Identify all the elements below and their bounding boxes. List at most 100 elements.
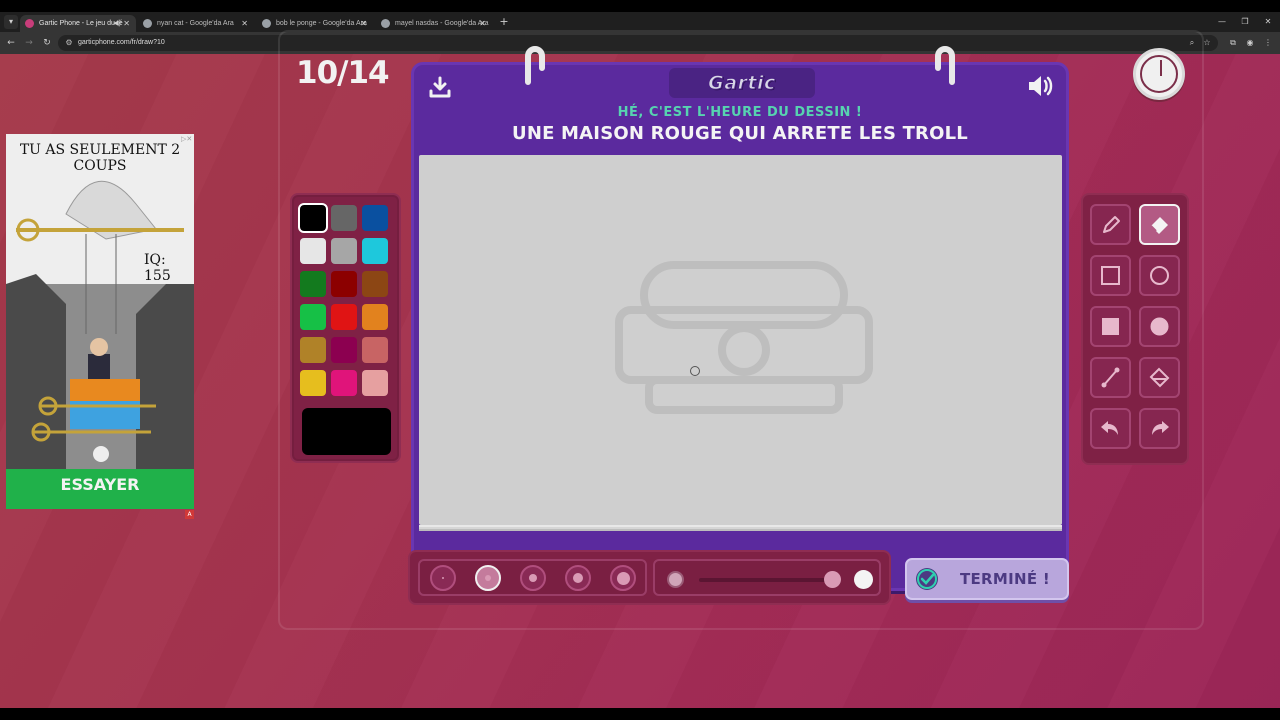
fill-bucket-tool[interactable]	[1139, 357, 1180, 398]
forward-button[interactable]: →	[22, 36, 36, 50]
tab-gartic[interactable]: Gartic Phone - Le jeu du té ◀) ✕	[20, 15, 136, 32]
tool-panel	[1081, 193, 1189, 465]
menu-kebab-icon[interactable]: ⋮	[1261, 36, 1275, 50]
timer-face	[1140, 55, 1178, 93]
eraser-icon	[1150, 217, 1168, 234]
color-swatch[interactable]	[331, 271, 357, 297]
current-color-preview	[302, 408, 391, 455]
brush-size-dot	[616, 571, 630, 585]
color-swatch[interactable]	[362, 370, 388, 396]
close-window-button[interactable]: ✕	[1258, 15, 1278, 29]
board-header: Gartic HÉ, C'EST L'HEURE DU DESSIN ! UNE…	[414, 65, 1066, 153]
maximize-button[interactable]: ❐	[1235, 15, 1255, 29]
ad-cta-label: ESSAYER	[60, 475, 140, 494]
tab-nyan-cat[interactable]: nyan cat - Google'da Ara ✕	[138, 15, 254, 32]
square-filled-icon	[1102, 318, 1119, 335]
timer-clock-icon	[1133, 48, 1185, 100]
ellipse-fill-tool[interactable]	[1139, 306, 1180, 347]
brush-size-dot	[485, 575, 491, 581]
tab-search-button[interactable]: ▾	[4, 15, 18, 29]
gartic-logo: Gartic	[669, 68, 815, 98]
google-favicon-icon	[262, 19, 271, 28]
drawing-canvas[interactable]	[419, 155, 1062, 525]
color-swatch[interactable]	[300, 304, 326, 330]
line-tool[interactable]	[1090, 357, 1131, 398]
square-outline-icon	[1101, 266, 1120, 285]
opacity-handle[interactable]	[824, 571, 841, 588]
gartic-phone-watermark-icon	[615, 261, 873, 414]
new-tab-button[interactable]: +	[498, 15, 510, 29]
ad-info-icon[interactable]: ▷✕	[181, 135, 192, 143]
rectangle-fill-tool[interactable]	[1090, 306, 1131, 347]
rectangle-outline-tool[interactable]	[1090, 255, 1131, 296]
circle-filled-icon	[1150, 317, 1169, 336]
ad-title: TU AS SEULEMENT 2 COUPS	[19, 142, 181, 174]
color-swatch[interactable]	[331, 238, 357, 264]
google-favicon-icon	[143, 19, 152, 28]
done-button[interactable]: TERMINÉ !	[905, 558, 1069, 600]
brush-size-1-button[interactable]	[430, 565, 456, 591]
profile-icon[interactable]: ◉	[1243, 36, 1257, 50]
draw-subtitle: HÉ, C'EST L'HEURE DU DESSIN !	[617, 105, 863, 120]
tab-title: nyan cat - Google'da Ara	[157, 20, 234, 27]
color-swatch[interactable]	[362, 238, 388, 264]
color-swatch[interactable]	[362, 205, 388, 231]
color-swatch[interactable]	[298, 203, 328, 233]
speaker-icon[interactable]: ◀)	[113, 15, 121, 32]
circle-outline-icon	[1150, 266, 1169, 285]
back-button[interactable]: ←	[4, 36, 18, 50]
color-swatch[interactable]	[300, 271, 326, 297]
tab-title: mayel nasdas - Google'da Ara	[395, 20, 489, 27]
tab-title: bob le ponge - Google'da Ara	[276, 20, 367, 27]
brush-size-selector	[418, 559, 647, 596]
color-swatch[interactable]	[331, 370, 357, 396]
opacity-slider[interactable]	[653, 559, 881, 596]
download-icon[interactable]	[428, 75, 452, 99]
brush-size-5-button[interactable]	[610, 565, 636, 591]
color-swatch[interactable]	[300, 370, 326, 396]
redo-icon	[1152, 421, 1169, 435]
binder-ring-right-icon	[935, 46, 955, 85]
eraser-tool[interactable]	[1139, 204, 1180, 245]
site-info-icon[interactable]: ⚙	[63, 37, 75, 49]
undo-tool[interactable]	[1090, 408, 1131, 449]
timer-hand	[1160, 60, 1162, 76]
ad-choices-badge[interactable]: A	[185, 510, 194, 519]
paint-bucket-icon	[1149, 367, 1170, 388]
drawing-board: Gartic HÉ, C'EST L'HEURE DU DESSIN ! UNE…	[411, 62, 1069, 591]
close-tab-icon[interactable]: ✕	[123, 15, 130, 32]
logo-text: Gartic	[708, 72, 776, 95]
color-swatch[interactable]	[331, 337, 357, 363]
pencil-tool[interactable]	[1090, 204, 1131, 245]
extensions-icon[interactable]: ⧉	[1226, 36, 1240, 50]
color-swatch[interactable]	[331, 205, 357, 231]
color-swatch[interactable]	[300, 238, 326, 264]
reload-button[interactable]: ↻	[40, 36, 54, 50]
ellipse-outline-tool[interactable]	[1139, 255, 1180, 296]
ad-illustration	[6, 180, 194, 469]
redo-tool[interactable]	[1139, 408, 1180, 449]
ad-cta-button[interactable]: ESSAYER	[6, 469, 194, 509]
undo-icon	[1101, 421, 1118, 435]
brush-size-4-button[interactable]	[565, 565, 591, 591]
brush-size-3-button[interactable]	[520, 565, 546, 591]
brush-size-2-button[interactable]	[475, 565, 501, 591]
color-swatch[interactable]	[362, 304, 388, 330]
color-swatch[interactable]	[300, 337, 326, 363]
checkmark-icon	[916, 568, 938, 590]
minimize-button[interactable]: —	[1212, 15, 1232, 29]
brush-size-dot	[529, 574, 537, 582]
advertisement[interactable]: TU AS SEULEMENT 2 COUPS IQ: 155 ▷✕ ESSAY…	[6, 134, 194, 509]
drawing-prompt: UNE MAISON ROUGE QUI ARRETE LES TROLL	[512, 123, 968, 144]
brush-cursor	[690, 366, 700, 376]
sound-icon[interactable]	[1026, 73, 1054, 99]
opacity-low-indicator	[667, 571, 684, 588]
opacity-track[interactable]	[699, 578, 835, 582]
color-swatch[interactable]	[362, 337, 388, 363]
close-tab-icon[interactable]: ✕	[241, 15, 248, 32]
opacity-high-indicator	[854, 570, 873, 589]
color-swatch[interactable]	[362, 271, 388, 297]
tab-title: Gartic Phone - Le jeu du té	[39, 20, 123, 27]
url-text: garticphone.com/fr/draw?10	[78, 39, 165, 46]
color-swatch[interactable]	[331, 304, 357, 330]
